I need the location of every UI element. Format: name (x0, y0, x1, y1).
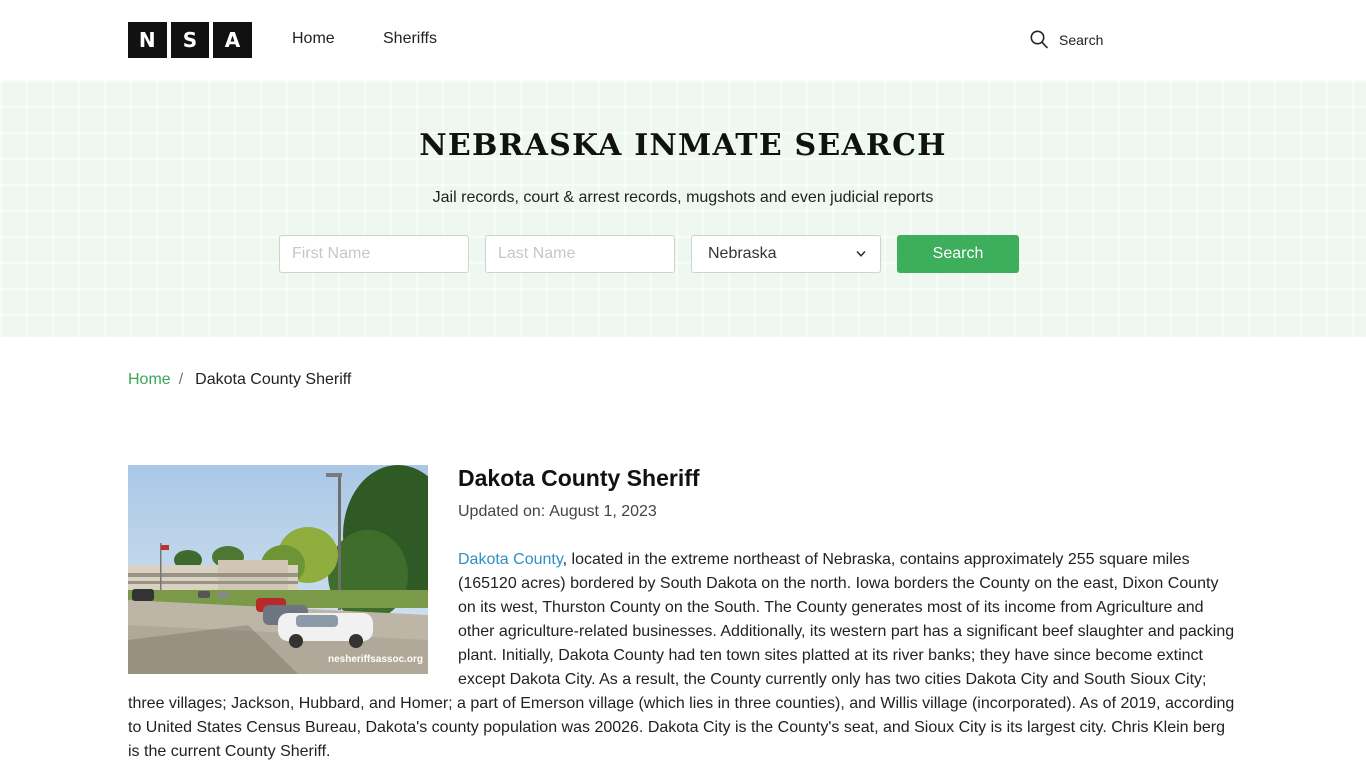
last-name-input[interactable] (485, 235, 675, 273)
nav-sheriffs-link[interactable]: Sheriffs (383, 30, 437, 48)
hero-subtitle: Jail records, court & arrest records, mu… (432, 189, 934, 206)
breadcrumb-separator: / (178, 371, 184, 388)
breadcrumb-home-link[interactable]: Home (128, 371, 171, 389)
article-title: Dakota County Sheriff (458, 465, 700, 491)
chevron-down-icon (856, 251, 866, 257)
updated-label: Updated on: (458, 503, 546, 520)
logo-letter-n: N (128, 22, 167, 58)
state-select-value: Nebraska (708, 245, 777, 262)
hero-search-section: NEBRASKA INMATE SEARCH Jail records, cou… (0, 80, 1366, 337)
breadcrumb-current: Dakota County Sheriff (195, 371, 352, 388)
inmate-search-button[interactable]: Search (897, 235, 1019, 273)
logo-letter-s: S (170, 22, 210, 58)
search-icon (1030, 30, 1048, 49)
site-logo[interactable]: N S A (128, 22, 252, 58)
header-search-button[interactable]: Search (1030, 30, 1103, 49)
updated-date: Updated on: August 1, 2023 (458, 503, 657, 521)
article-body: Dakota County, located in the extreme no… (128, 548, 1238, 764)
image-float-spacer (128, 548, 458, 680)
breadcrumb: Home / Dakota County Sheriff (128, 371, 351, 389)
first-name-input[interactable] (279, 235, 469, 273)
page-title: NEBRASKA INMATE SEARCH (419, 128, 947, 163)
updated-value: August 1, 2023 (549, 503, 657, 520)
dakota-county-link[interactable]: Dakota County (458, 551, 563, 568)
header-search-label: Search (1059, 31, 1104, 48)
nav-home-link[interactable]: Home (292, 30, 335, 48)
state-select[interactable]: Nebraska (691, 235, 881, 273)
logo-letter-a: A (213, 22, 252, 58)
site-header: N S A Home Sheriffs Search (0, 0, 1366, 80)
